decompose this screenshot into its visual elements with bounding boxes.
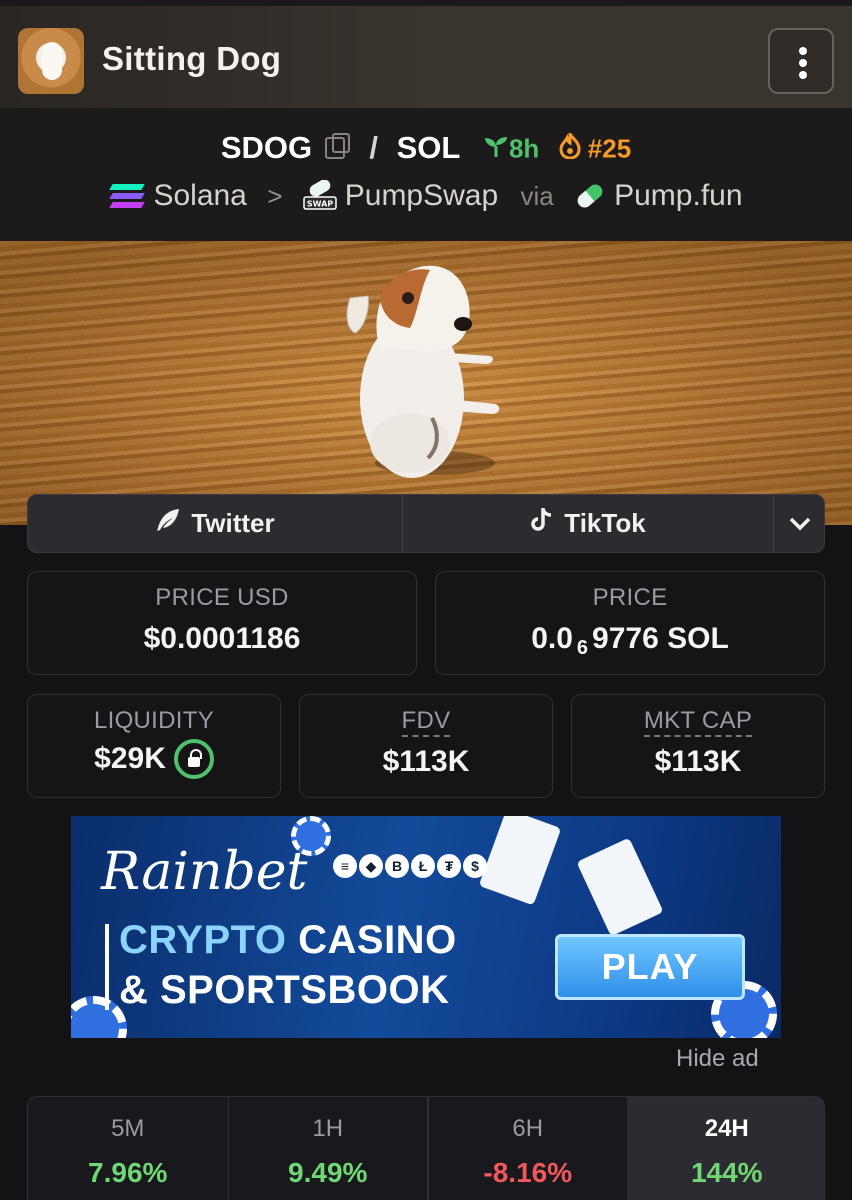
trending-rank[interactable]: #25: [559, 128, 631, 163]
pair-separator: /: [369, 129, 378, 165]
price-native-card: PRICE 0.0 6 9776 SOL: [435, 571, 825, 675]
token-name: Sitting Dog: [102, 40, 282, 77]
liquidity-label: LIQUIDITY: [93, 707, 215, 734]
chain-breadcrumb: Solana > SWAP PumpSwap via Pump.fun: [0, 178, 852, 213]
change-value: 144%: [690, 1157, 763, 1188]
launchpad-name[interactable]: Pump.fun: [614, 179, 742, 212]
solana-icon: [109, 181, 146, 211]
liquidity-value: $29K: [94, 742, 166, 775]
quote-symbol: SOL: [396, 129, 461, 165]
social-links-bar: Twitter TikTok: [27, 494, 825, 553]
price-usd-label: PRICE USD: [155, 584, 289, 611]
mcap-label[interactable]: MKT CAP: [643, 707, 753, 737]
tab-5m[interactable]: 5M 7.96%: [28, 1097, 228, 1200]
price-usd-card: PRICE USD $0.0001186: [27, 571, 417, 675]
chevron-down-icon: [789, 517, 811, 530]
ad-play-button[interactable]: PLAY: [555, 934, 745, 1000]
chain-name[interactable]: Solana: [153, 179, 246, 212]
pill-icon: [574, 181, 606, 211]
fdv-label[interactable]: FDV: [401, 707, 451, 737]
change-value: -8.16%: [483, 1157, 573, 1188]
dex-name[interactable]: PumpSwap: [345, 179, 498, 212]
playing-card-icon: [576, 837, 664, 937]
tiktok-icon: [530, 507, 554, 540]
mcap-value: $113K: [654, 745, 742, 778]
mcap-card: MKT CAP $113K: [571, 694, 825, 798]
sprout-icon: [484, 136, 507, 157]
dog-image: [346, 265, 500, 478]
price-change-tabs: 5M 7.96% 1H 9.49% 6H -8.16% 24H 144%: [27, 1096, 825, 1200]
pumpswap-icon: SWAP: [303, 179, 337, 212]
tab-1h[interactable]: 1H 9.49%: [228, 1097, 428, 1200]
change-value: 7.96%: [88, 1157, 168, 1188]
token-avatar: [18, 28, 84, 94]
twitter-link[interactable]: Twitter: [28, 495, 402, 552]
ad-subheadline: & SPORTSBOOK: [119, 968, 450, 1012]
feather-icon: [155, 508, 181, 539]
lock-icon[interactable]: [173, 739, 214, 779]
ad-accent-bar: [105, 924, 109, 1010]
copy-icon[interactable]: [324, 132, 350, 159]
tab-6h[interactable]: 6H -8.16%: [428, 1097, 628, 1200]
playing-card-icon: [478, 816, 562, 906]
token-header: Sitting Dog: [0, 0, 852, 108]
flame-icon: [559, 128, 581, 160]
base-symbol: SDOG: [220, 129, 313, 165]
crypto-coins-icon: ≡ ◆ B Ł ₮ $: [333, 854, 487, 878]
tiktok-link[interactable]: TikTok: [403, 495, 773, 552]
liquidity-card: LIQUIDITY $29K: [27, 694, 281, 798]
price-native-value: 0.0 6 9776 SOL: [531, 622, 729, 659]
kebab-menu-button[interactable]: [768, 28, 834, 94]
expand-socials-button[interactable]: [774, 495, 826, 552]
ad-banner[interactable]: Rainbet ≡ ◆ B Ł ₮ $ CRYPTO CASINO & SPORTSBOO…: [71, 816, 781, 1038]
ad-brand: Rainbet: [101, 842, 308, 902]
kebab-menu-icon: [799, 47, 807, 55]
via-label: via: [520, 180, 554, 211]
svg-text:SWAP: SWAP: [307, 200, 333, 209]
fdv-value: $113K: [382, 745, 470, 778]
chevron-right-icon: >: [267, 180, 283, 211]
fdv-card: FDV $113K: [299, 694, 553, 798]
hide-ad-link[interactable]: Hide ad: [676, 1045, 759, 1073]
price-native-label: PRICE: [592, 584, 668, 611]
price-usd-value: $0.0001186: [143, 622, 301, 655]
tab-24h[interactable]: 24H 144%: [627, 1097, 824, 1200]
pair-age: 8h: [483, 132, 547, 163]
ad-headline: CRYPTO CASINO: [119, 918, 457, 962]
pair-line: SDOG / SOL 8h #25: [0, 128, 852, 166]
change-value: 9.49%: [288, 1157, 368, 1188]
